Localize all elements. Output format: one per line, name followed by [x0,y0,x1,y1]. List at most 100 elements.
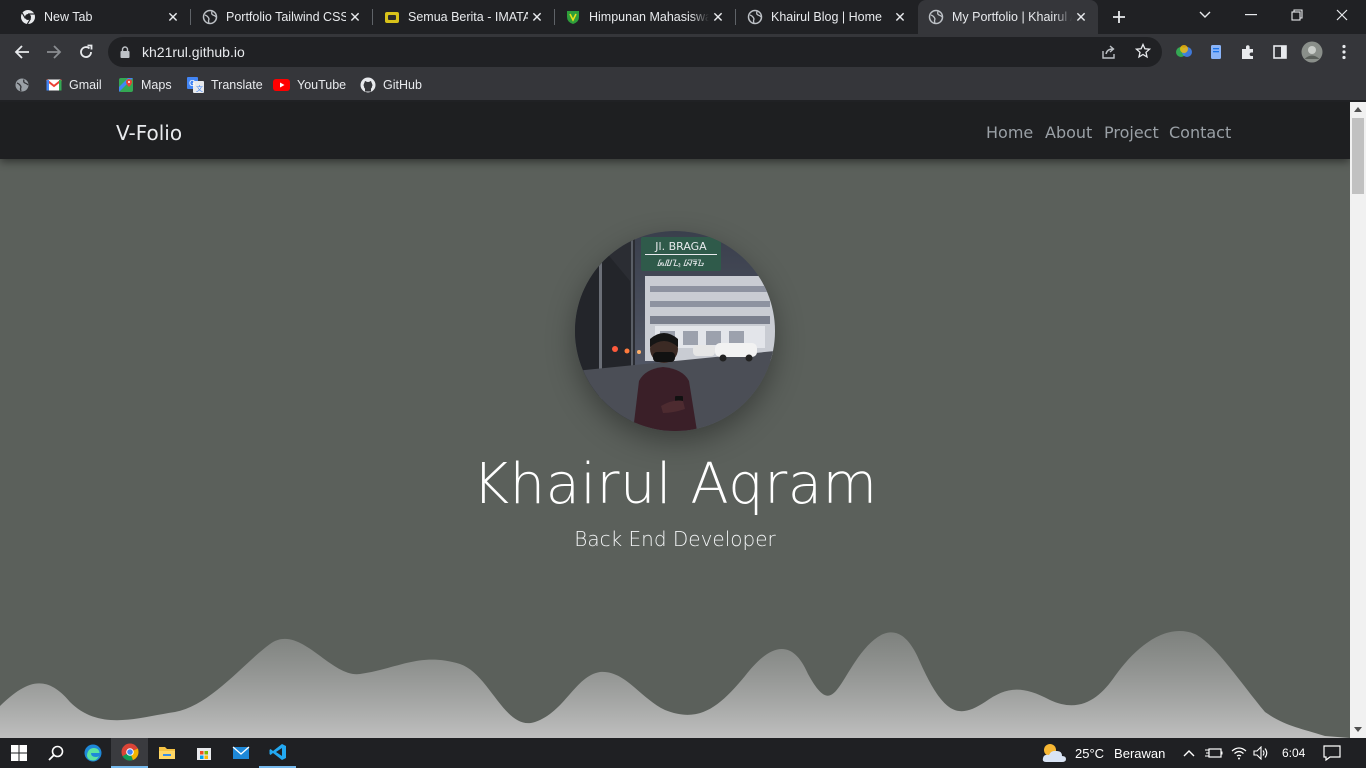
browser-toolbar: kh21rul.github.io [0,34,1366,70]
volume-control[interactable] [1253,738,1269,768]
reload-button[interactable] [72,38,100,66]
taskbar-mail[interactable] [222,738,259,768]
close-tab-icon[interactable]: ✕ [528,8,546,26]
globe-icon [928,9,944,25]
scrollbar-thumb[interactable] [1352,118,1364,194]
puzzle-icon [1242,45,1253,59]
start-button[interactable] [0,738,37,768]
store-icon [196,748,211,760]
taskbar-vscode[interactable] [259,738,296,768]
address-bar[interactable]: kh21rul.github.io [108,37,1162,67]
forward-button[interactable] [40,38,68,66]
bookmark-github[interactable]: GitHub [360,76,422,94]
hidden-icons-button[interactable] [1183,738,1195,768]
star-icon [1135,43,1151,59]
page-scrollbar[interactable] [1350,102,1366,738]
avatar-icon [1301,41,1323,63]
close-tab-icon[interactable]: ✕ [709,8,727,26]
tab-title: Himpunan Mahasiswa [589,10,709,24]
arrow-right-icon [47,45,62,59]
taskbar-store[interactable] [185,738,222,768]
arrow-left-icon [14,45,29,59]
scroll-up-icon [1354,107,1362,112]
folder-icon [158,747,175,759]
nav-link-contact[interactable]: Contact [1169,123,1231,142]
reload-icon [80,44,93,58]
tab-khairul-blog[interactable]: Khairul Blog | Home ✕ [727,0,917,34]
bookmark-globe[interactable] [14,76,37,94]
weather-widget[interactable]: 25°C Berawan [1040,738,1165,768]
shield-icon [565,9,581,25]
street-sign-script: ᮏᮜᮔ᮪ ᮘᮛᮌ [657,259,705,269]
color-swirl-icon [1176,45,1192,57]
extensions-button[interactable] [1234,38,1262,66]
speaker-icon [1253,746,1268,760]
close-tab-icon[interactable]: ✕ [164,8,182,26]
svg-text:文: 文 [196,84,203,93]
side-panel-button[interactable] [1266,38,1294,66]
menu-button[interactable] [1330,38,1358,66]
bookmark-gmail[interactable]: Gmail [46,76,102,94]
tab-portfolio-tailwind[interactable]: Portfolio Tailwind CSS ✕ [182,0,372,34]
extension-docs-button[interactable] [1202,38,1230,66]
tab-new-tab[interactable]: New Tab ✕ [0,0,190,34]
tab-semua-berita[interactable]: Semua Berita - IMATA ✕ [364,0,554,34]
taskbar-file-explorer[interactable] [148,738,185,768]
tab-himpunan-mahasiswa[interactable]: Himpunan Mahasiswa ✕ [545,0,735,34]
tab-search-button[interactable] [1191,1,1219,29]
restore-button[interactable] [1283,1,1311,29]
bookmark-maps[interactable]: Maps [118,76,172,94]
tab-title: Semua Berita - IMATA [408,10,528,24]
nav-link-project[interactable]: Project [1104,123,1159,142]
svg-text:G: G [189,79,195,88]
site-navbar: V-Folio Home About Project Contact [0,102,1350,159]
chevron-down-icon [1199,11,1211,18]
bookmark-youtube[interactable]: YouTube [273,76,346,94]
taskbar-edge[interactable] [74,738,111,768]
web-page: V-Folio Home About Project Contact Jl. B… [0,102,1350,738]
close-tab-icon[interactable]: ✕ [891,8,909,26]
close-tab-icon[interactable]: ✕ [1072,8,1090,26]
chrome-icon [20,9,36,25]
extension-photos-button[interactable] [1170,38,1198,66]
back-button[interactable] [8,38,36,66]
bookmark-label: GitHub [383,78,422,92]
chrome-icon [121,743,139,761]
globe-icon [747,9,763,25]
search-button[interactable] [37,738,74,768]
gmail-icon [46,79,62,91]
taskbar-chrome[interactable] [111,738,148,768]
clock[interactable]: 6:04 [1282,738,1305,768]
close-tab-icon[interactable]: ✕ [346,8,364,26]
bookmark-label: Maps [141,78,172,92]
document-icon [1211,45,1221,59]
share-icon [1102,45,1115,59]
nav-link-home[interactable]: Home [986,123,1033,142]
scroll-down-icon [1354,727,1362,732]
minimize-icon [1245,14,1257,16]
notification-center-button[interactable] [1323,738,1341,768]
network-status[interactable] [1231,738,1247,768]
vscode-icon [269,744,286,760]
maps-icon [119,78,133,92]
bookmark-label: YouTube [297,78,347,92]
bookmark-label: Translate [211,78,263,92]
bookmark-translate[interactable]: G文 Translate [187,76,263,94]
tab-my-portfolio[interactable]: My Portfolio | Khairul A ✕ [918,0,1098,34]
close-window-button[interactable] [1328,1,1356,29]
hero-role: Back End Developer [574,527,776,551]
battery-status[interactable] [1205,738,1223,768]
github-icon [360,77,376,93]
decorative-waves [0,630,1350,738]
nav-link-about[interactable]: About [1045,123,1092,142]
site-brand[interactable]: V-Folio [116,121,182,145]
weather-desc: Berawan [1114,745,1166,761]
new-tab-button[interactable] [1105,3,1133,31]
plus-icon [1113,11,1125,23]
bookmarks-bar: Gmail Maps G文 Translate YouTube GitHub [0,70,1366,100]
url-text: kh21rul.github.io [142,44,245,60]
side-panel-icon [1273,45,1287,59]
clock-time: 6:04 [1282,746,1306,760]
profile-button[interactable] [1298,38,1326,66]
minimize-button[interactable] [1237,1,1265,29]
